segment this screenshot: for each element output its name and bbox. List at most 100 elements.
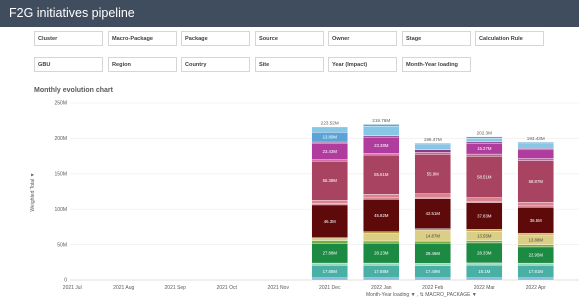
bar-segment[interactable] (363, 231, 400, 234)
y-tick-label: 250M (54, 101, 67, 107)
filter-month-year-loading[interactable]: Month-Year loading (402, 57, 471, 72)
bar-segment[interactable] (363, 153, 400, 156)
x-tick-label: 2021 Aug (113, 285, 134, 291)
bar-segment[interactable] (466, 262, 503, 266)
bar-segment[interactable] (414, 144, 451, 150)
filter-bar: Cluster Macro-Package Package Source Own… (0, 27, 579, 85)
bar-segment[interactable] (466, 153, 503, 157)
x-tick-label: 2022 Apr (526, 285, 546, 291)
bar-segment[interactable] (363, 135, 400, 138)
bar-segment[interactable] (414, 228, 451, 231)
app-header: F2G initiatives pipeline (0, 0, 579, 27)
bar-segment[interactable] (414, 277, 451, 281)
bar-segment[interactable] (311, 203, 348, 206)
bar-data-label: 46.3M (324, 219, 336, 224)
bar-data-label: 45.82M (374, 213, 389, 218)
bar-segment[interactable] (466, 197, 503, 202)
bar-data-label: 42.51M (426, 211, 441, 216)
bar-total-label: 196.47M (424, 137, 442, 142)
bar-segment[interactable] (414, 263, 451, 266)
bar-data-label: 14.87M (426, 233, 441, 238)
bar-data-label: 23.38M (374, 143, 389, 148)
bar-data-label: 55.9M (427, 171, 439, 176)
bar-data-label: 28.23M (374, 251, 389, 256)
chart-title: Monthly evolution chart (34, 87, 113, 94)
bar-segment[interactable] (363, 262, 400, 266)
filter-region[interactable]: Region (108, 57, 177, 72)
bar-segment[interactable] (517, 244, 554, 248)
filter-source[interactable]: Source (255, 31, 324, 46)
bar-segment[interactable] (466, 277, 503, 281)
bar-segment[interactable] (311, 262, 348, 266)
x-tick-label: 2022 Mar (474, 285, 495, 291)
bar-segment[interactable] (517, 143, 554, 149)
bar-segment[interactable] (363, 277, 400, 281)
bar-segment[interactable] (311, 240, 348, 244)
y-tick-label: 0 (64, 278, 67, 284)
bar-segment[interactable] (466, 200, 503, 203)
bar-segment[interactable] (517, 277, 554, 281)
bar-segment[interactable] (466, 138, 503, 143)
bar-segment[interactable] (466, 141, 503, 144)
bar-segment[interactable] (517, 148, 554, 151)
filter-macro-package[interactable]: Macro-Package (108, 31, 177, 46)
bar-segment[interactable] (517, 149, 554, 159)
x-tick-label: 2021 Oct (217, 285, 238, 291)
bar-segment[interactable] (363, 240, 400, 244)
bar-segment[interactable] (414, 240, 451, 244)
filter-site[interactable]: Site (255, 57, 324, 72)
bar-data-label: 17.88M (374, 269, 389, 274)
y-tick-label: 150M (54, 172, 67, 178)
x-tick-label: 2022 Jan (371, 285, 392, 291)
y-tick-label: 200M (54, 136, 67, 142)
bar-segment[interactable] (311, 200, 348, 204)
bar-segment[interactable] (466, 136, 503, 139)
filter-stage[interactable]: Stage (402, 31, 471, 46)
filter-cluster[interactable]: Cluster (34, 31, 103, 46)
y-tick-label: 100M (54, 207, 67, 213)
bar-segment[interactable] (363, 124, 400, 127)
bar-data-label: 55.61M (374, 172, 389, 177)
filter-package[interactable]: Package (181, 31, 250, 46)
bar-segment[interactable] (414, 152, 451, 155)
app-title: F2G initiatives pipeline (9, 6, 135, 20)
bar-total-label: 193.43M (527, 136, 545, 141)
x-tick-label: 2021 Dec (319, 285, 341, 291)
filter-country[interactable]: Country (181, 57, 250, 72)
bar-segment[interactable] (414, 149, 451, 153)
bar-segment[interactable] (414, 143, 451, 145)
bar-segment[interactable] (363, 125, 400, 136)
bar-segment[interactable] (363, 233, 400, 242)
bar-data-label: 18.1M (478, 269, 490, 274)
bar-data-label: 28.33M (477, 250, 492, 255)
filter-calculation-rule[interactable]: Calculation Rule (475, 31, 544, 46)
bar-data-label: 58.51M (477, 174, 492, 179)
bar-data-label: 27.88M (323, 251, 338, 256)
bar-segment[interactable] (311, 159, 348, 162)
bar-segment[interactable] (466, 229, 503, 232)
bar-data-label: 13.89M (323, 135, 338, 140)
bar-segment[interactable] (311, 277, 348, 281)
filter-owner[interactable]: Owner (328, 31, 397, 46)
bar-segment[interactable] (311, 126, 348, 133)
bar-segment[interactable] (517, 142, 554, 144)
bar-segment[interactable] (363, 194, 400, 199)
bar-segment[interactable] (466, 240, 503, 244)
bar-segment[interactable] (517, 158, 554, 161)
bar-data-label: 22.95M (529, 253, 544, 258)
x-axis-label[interactable]: Month-Year loading ▼ , ⇅ MACRO_PACKAGE ▼ (366, 292, 477, 298)
bar-total-label: 219.76M (372, 118, 390, 123)
filter-year-impact[interactable]: Year (Impact) (328, 57, 397, 72)
bar-segment[interactable] (414, 193, 451, 198)
bar-segment[interactable] (517, 202, 554, 207)
bar-total-label: 202.3M (477, 130, 492, 135)
bar-segment[interactable] (517, 262, 554, 266)
bar-segment[interactable] (414, 197, 451, 199)
bar-segment[interactable] (363, 197, 400, 200)
bar-segment[interactable] (517, 232, 554, 236)
bar-segment[interactable] (517, 205, 554, 208)
bar-segment[interactable] (311, 238, 348, 241)
filter-gbu[interactable]: GBU (34, 57, 103, 72)
bar-data-label: 58.87M (529, 179, 544, 184)
bar-data-label: 28.46M (426, 251, 441, 256)
